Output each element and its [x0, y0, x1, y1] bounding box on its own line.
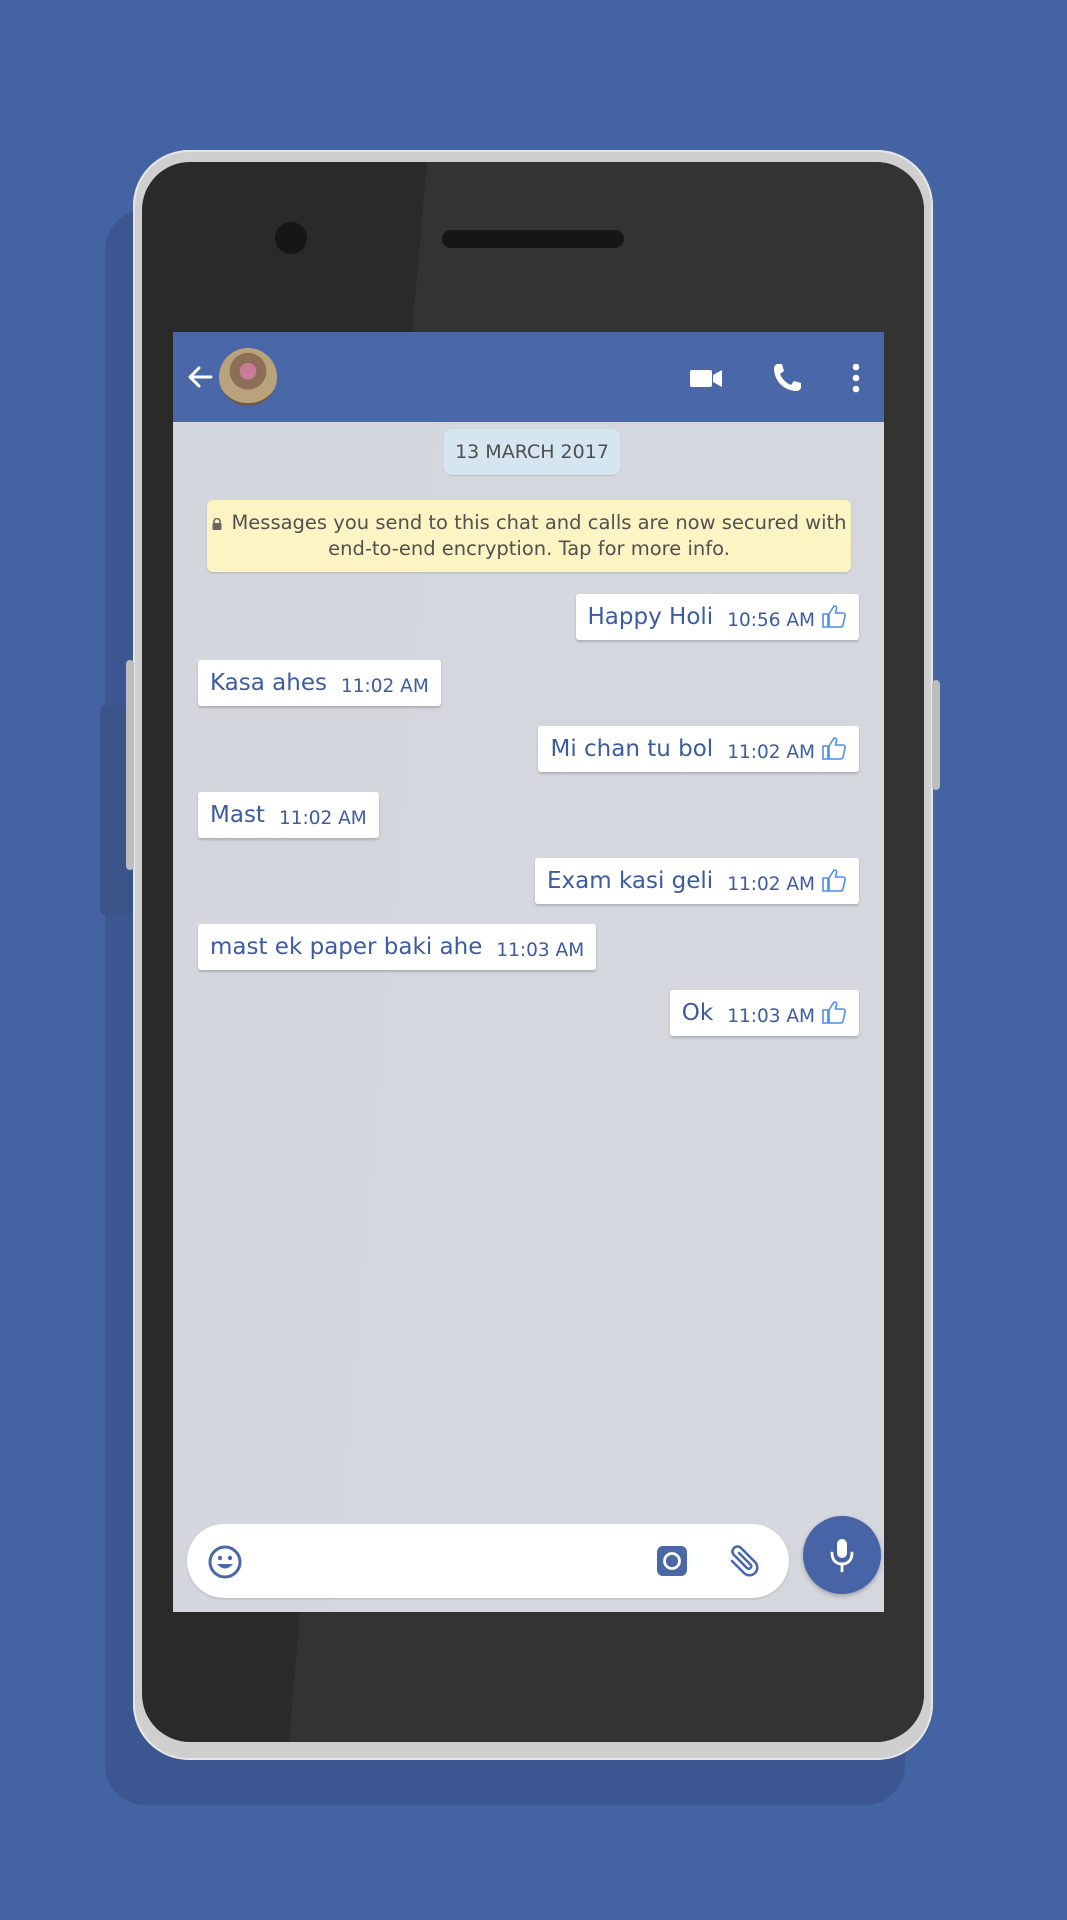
message-bubble-incoming[interactable]: Mast 11:02 AM	[198, 792, 379, 838]
lock-icon	[212, 518, 222, 530]
message-time: 11:02 AM	[340, 676, 429, 697]
earpiece-speaker	[442, 230, 624, 248]
message-text: Mi chan tu bol	[550, 736, 714, 762]
thumbs-up-icon	[822, 1001, 846, 1024]
message-text: mast ek paper baki ahe	[210, 934, 483, 960]
message-bubble-outgoing[interactable]: Mi chan tu bol 11:02 AM	[538, 726, 859, 772]
message-text: Kasa ahes	[210, 670, 327, 696]
message-time: 11:02 AM	[727, 874, 815, 895]
date-chip: 13 MARCH 2017	[444, 429, 620, 475]
message-time: 11:03 AM	[727, 1006, 815, 1027]
mic-icon	[830, 1539, 854, 1573]
emoji-icon[interactable]	[207, 1544, 243, 1580]
message-text: Happy Holi	[587, 604, 714, 630]
more-vert-icon[interactable]	[838, 360, 874, 396]
mic-button[interactable]	[803, 1516, 881, 1594]
encryption-notice-line2: end-to-end encryption. Tap for more info…	[328, 537, 730, 560]
message-bubble-outgoing[interactable]: Exam kasi geli 11:02 AM	[535, 858, 859, 904]
arrow-back-icon[interactable]	[185, 362, 215, 392]
message-bubble-incoming[interactable]: mast ek paper baki ahe 11:03 AM	[198, 924, 597, 970]
message-time: 11:02 AM	[727, 742, 815, 763]
message-composer	[187, 1524, 789, 1598]
phone-volume-button	[126, 660, 134, 870]
thumbs-up-icon	[822, 605, 846, 628]
phone-bezel: 13 MARCH 2017 Messages you send to this …	[142, 162, 924, 1742]
phone-power-button	[932, 680, 940, 790]
camera-icon[interactable]	[655, 1544, 689, 1578]
message-text: Ok	[681, 1000, 714, 1026]
encryption-notice[interactable]: Messages you send to this chat and calls…	[207, 500, 851, 572]
contact-avatar[interactable]	[219, 348, 277, 406]
message-time: 10:56 AM	[727, 610, 815, 631]
thumbs-up-icon	[822, 737, 846, 760]
message-bubble-incoming[interactable]: Kasa ahes 11:02 AM	[198, 660, 441, 706]
voice-call-icon[interactable]	[769, 360, 805, 396]
video-call-icon[interactable]	[688, 360, 724, 396]
phone-frame: 13 MARCH 2017 Messages you send to this …	[126, 150, 940, 1760]
chat-screen: 13 MARCH 2017 Messages you send to this …	[173, 332, 884, 1612]
chat-header	[173, 332, 884, 422]
message-bubble-outgoing[interactable]: Ok 11:03 AM	[669, 990, 859, 1036]
front-camera	[275, 222, 307, 254]
encryption-notice-line1: Messages you send to this chat and calls…	[207, 510, 851, 536]
message-text: Exam kasi geli	[547, 868, 714, 894]
message-text: Mast	[210, 802, 265, 828]
message-time: 11:03 AM	[496, 940, 585, 961]
attach-icon[interactable]	[723, 1542, 763, 1582]
message-time: 11:02 AM	[278, 808, 367, 829]
message-input[interactable]	[271, 1538, 635, 1586]
message-bubble-outgoing[interactable]: Happy Holi 10:56 AM	[575, 594, 859, 640]
thumbs-up-icon	[822, 869, 846, 892]
